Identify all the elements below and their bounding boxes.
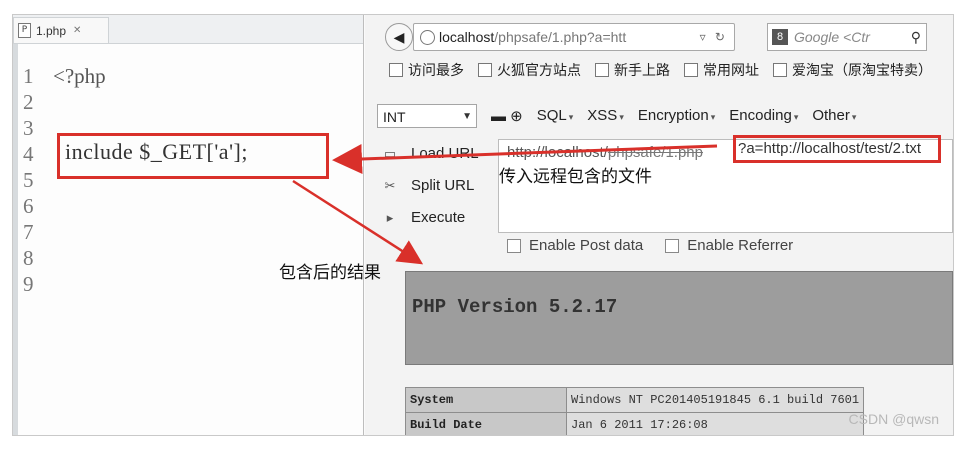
watermark: CSDN @qwsn	[848, 411, 939, 427]
arrow-to-result	[292, 179, 424, 265]
annotation-arrows	[292, 144, 718, 265]
arrow-to-code	[332, 144, 718, 175]
screenshot-frame: P 1.php ✕ 1 <?php 2 3 4 5 6 7 8 9 include…	[12, 14, 954, 436]
